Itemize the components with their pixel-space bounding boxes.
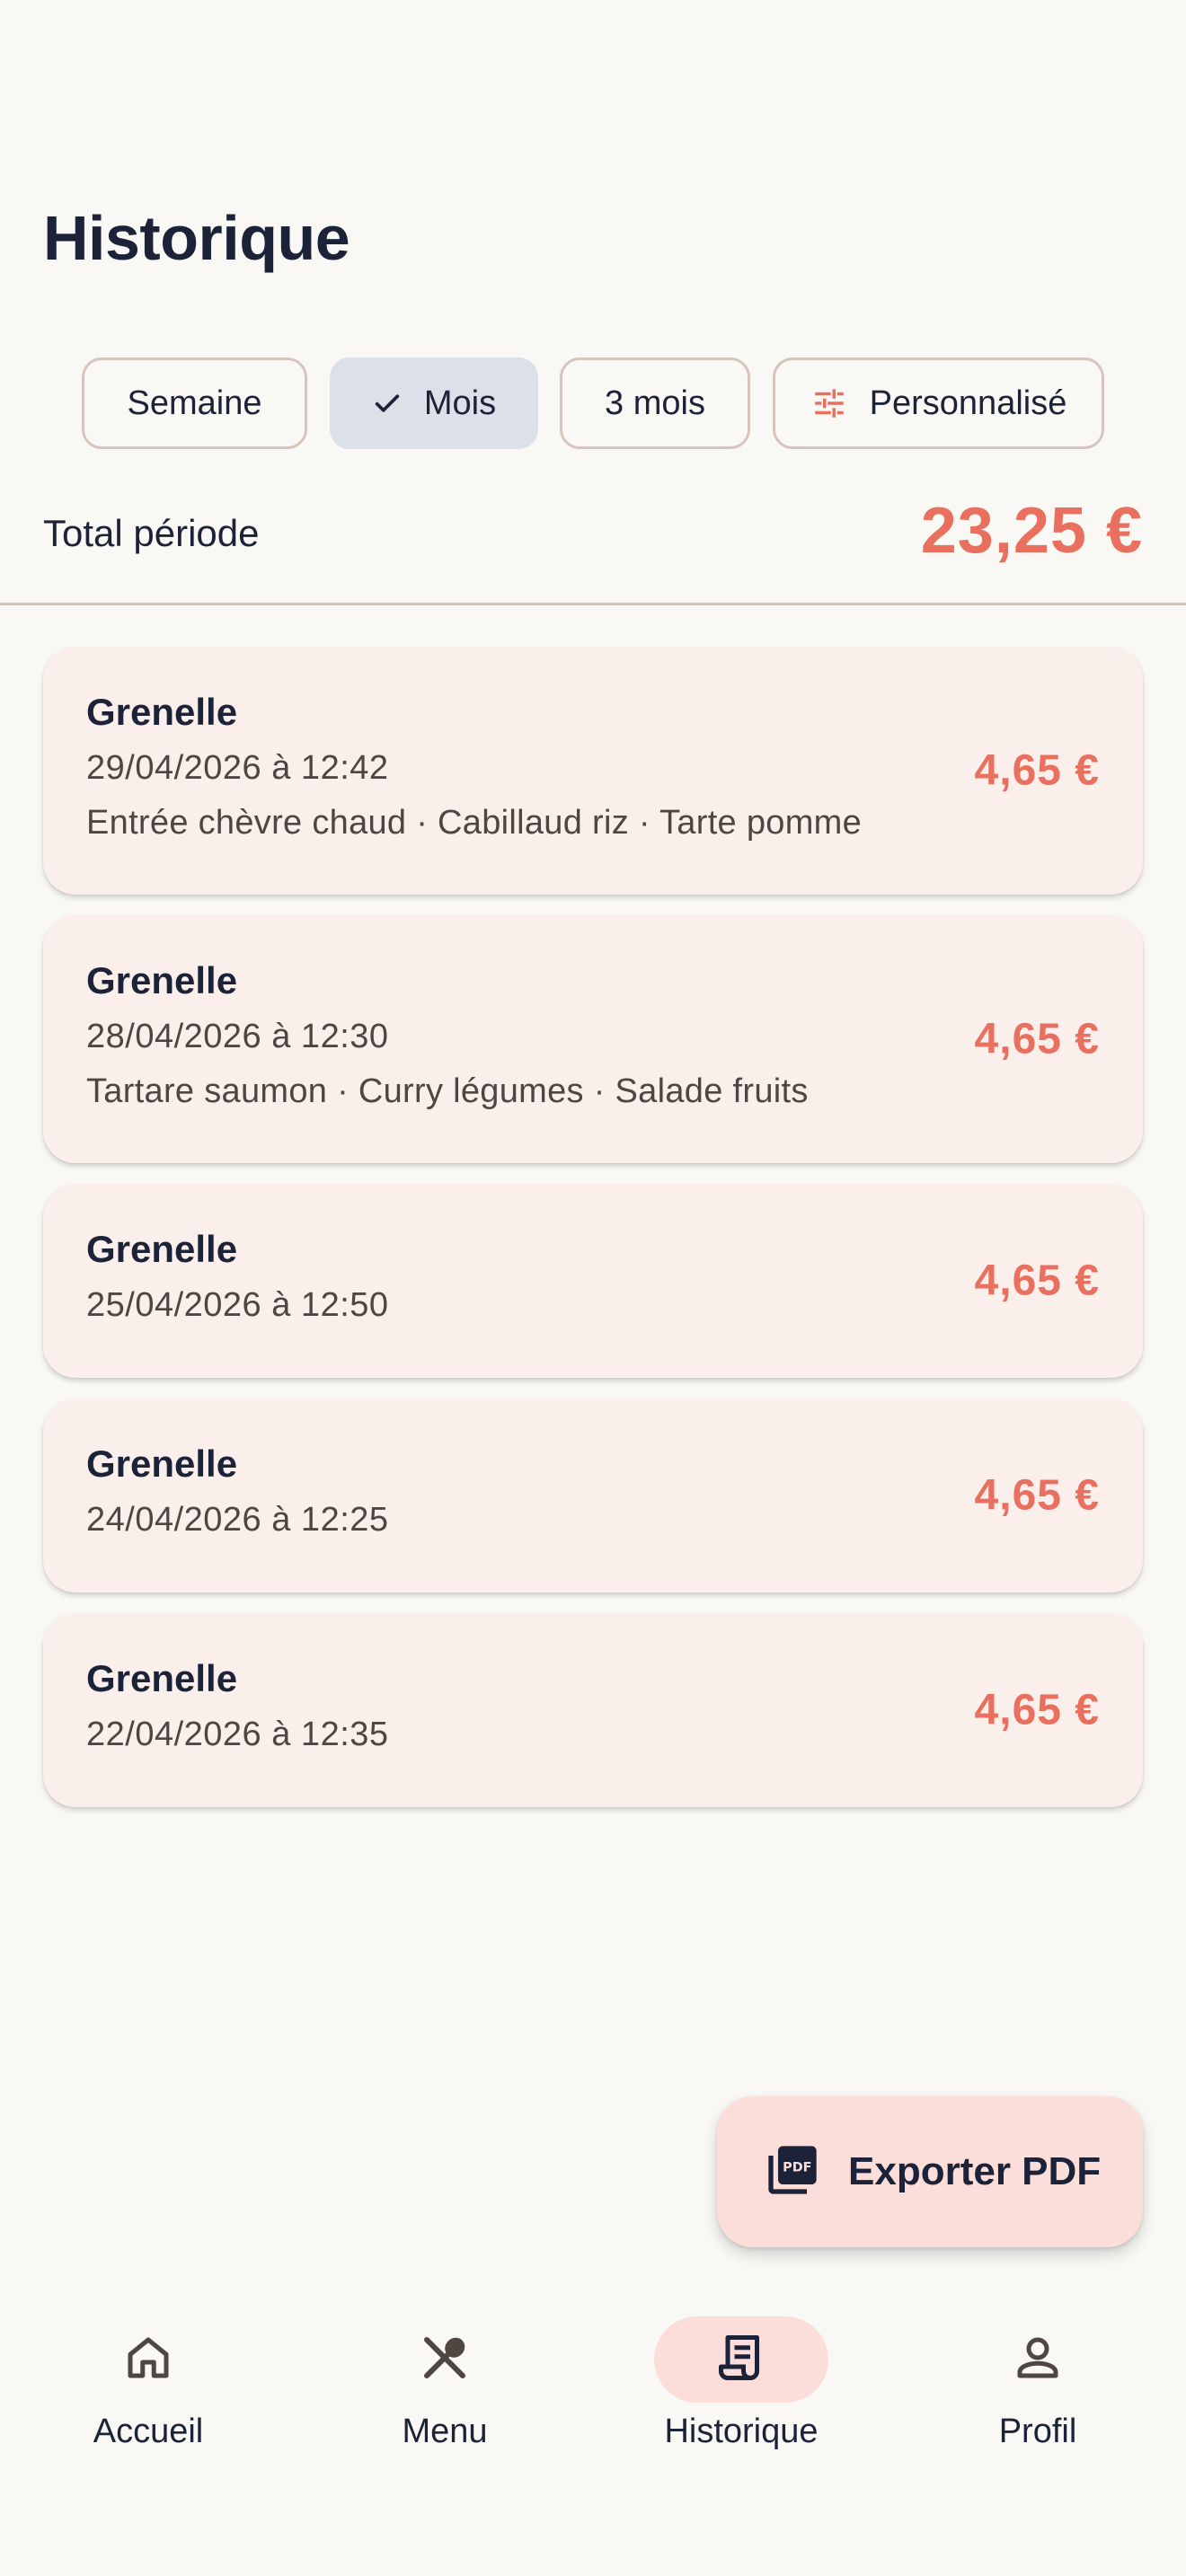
receipt-icon xyxy=(714,2331,768,2389)
nav-icon-container xyxy=(654,2316,828,2403)
transaction-items: Tartare saumon · Curry légumes · Salade … xyxy=(86,1072,809,1110)
nav-label: Menu xyxy=(402,2413,488,2450)
transaction-card[interactable]: Grenelle 25/04/2026 à 12:50 4,65 € xyxy=(43,1184,1143,1378)
transaction-list: Grenelle 29/04/2026 à 12:42 Entrée chèvr… xyxy=(43,647,1143,1828)
bottom-navigation: Accueil Menu Historique Profil xyxy=(0,2281,1186,2576)
person-icon xyxy=(1011,2331,1065,2389)
total-amount: 23,25 € xyxy=(920,495,1143,567)
transaction-amount: 4,65 € xyxy=(974,1471,1100,1520)
chip-label: Semaine xyxy=(127,384,262,422)
chip-3-mois[interactable]: 3 mois xyxy=(560,357,750,449)
total-period-row: Total période 23,25 € xyxy=(43,494,1143,584)
divider xyxy=(0,603,1186,605)
export-pdf-label: Exporter PDF xyxy=(848,2149,1102,2193)
restaurant-name: Grenelle xyxy=(86,691,238,733)
nav-accueil[interactable]: Accueil xyxy=(0,2281,296,2479)
chip-label: Mois xyxy=(423,384,497,422)
chip-personnalise[interactable]: Personnalisé xyxy=(773,357,1104,449)
nav-label: Historique xyxy=(664,2413,819,2450)
transaction-card[interactable]: Grenelle 29/04/2026 à 12:42 Entrée chèvr… xyxy=(43,647,1143,895)
export-pdf-button[interactable]: PDF Exporter PDF xyxy=(717,2096,1143,2247)
transaction-card[interactable]: Grenelle 28/04/2026 à 12:30 Tartare saum… xyxy=(43,915,1143,1163)
transaction-amount: 4,65 € xyxy=(974,746,1100,795)
svg-text:PDF: PDF xyxy=(783,2160,811,2175)
nav-historique[interactable]: Historique xyxy=(593,2281,890,2479)
tune-icon xyxy=(810,384,848,422)
transaction-amount: 4,65 € xyxy=(974,1686,1100,1734)
transaction-amount: 4,65 € xyxy=(974,1257,1100,1305)
nav-menu[interactable]: Menu xyxy=(296,2281,593,2479)
page-title: Historique xyxy=(43,203,350,273)
transaction-items: Entrée chèvre chaud · Cabillaud riz · Ta… xyxy=(86,804,863,842)
restaurant-name: Grenelle xyxy=(86,1657,238,1699)
restaurant-name: Grenelle xyxy=(86,1442,238,1485)
chip-semaine[interactable]: Semaine xyxy=(82,357,307,449)
restaurant-name: Grenelle xyxy=(86,1228,238,1270)
chip-mois[interactable]: Mois xyxy=(330,357,538,449)
transaction-amount: 4,65 € xyxy=(974,1015,1100,1063)
restaurant-name: Grenelle xyxy=(86,959,238,1001)
nav-label: Accueil xyxy=(93,2413,204,2450)
total-label: Total période xyxy=(43,512,260,554)
nav-icon-container xyxy=(358,2316,532,2403)
app-root: Historique Semaine Mois 3 mois Personnal… xyxy=(0,0,1186,2576)
check-icon xyxy=(372,388,403,419)
nav-label: Profil xyxy=(998,2413,1077,2450)
pdf-icon: PDF xyxy=(764,2141,821,2203)
chip-label: 3 mois xyxy=(605,384,705,422)
chip-label: Personnalisé xyxy=(869,384,1067,422)
transaction-date: 29/04/2026 à 12:42 xyxy=(86,749,389,787)
nav-profil[interactable]: Profil xyxy=(890,2281,1186,2479)
transaction-date: 24/04/2026 à 12:25 xyxy=(86,1501,389,1539)
restaurant-icon xyxy=(418,2331,472,2389)
transaction-date: 22/04/2026 à 12:35 xyxy=(86,1716,389,1753)
period-filter-chips: Semaine Mois 3 mois Personnalisé xyxy=(0,357,1186,449)
transaction-card[interactable]: Grenelle 22/04/2026 à 12:35 4,65 € xyxy=(43,1613,1143,1807)
transaction-date: 28/04/2026 à 12:30 xyxy=(86,1018,389,1055)
transaction-date: 25/04/2026 à 12:50 xyxy=(86,1286,389,1324)
nav-icon-container xyxy=(951,2316,1125,2403)
nav-icon-container xyxy=(61,2316,235,2403)
home-icon xyxy=(121,2331,175,2389)
transaction-card[interactable]: Grenelle 24/04/2026 à 12:25 4,65 € xyxy=(43,1398,1143,1592)
